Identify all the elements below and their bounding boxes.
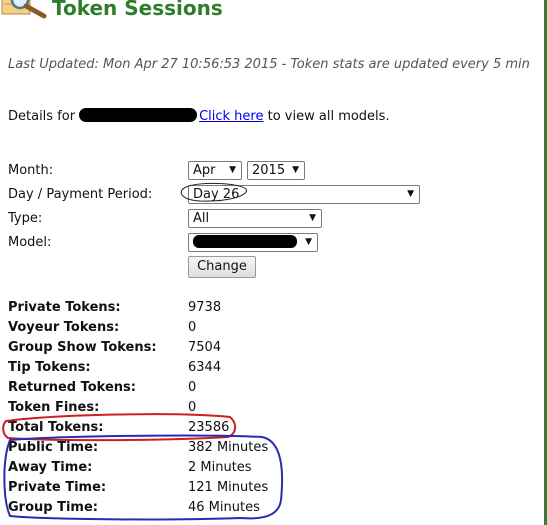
stat-value: 0 [188,380,197,395]
day-period-select-value: Day 26 [193,187,240,202]
stat-value: 121 Minutes [188,480,269,495]
day-period-select[interactable]: Day 26 ▼ [188,185,420,204]
stat-label: Token Fines: [8,400,100,415]
stat-label: Public Time: [8,440,99,455]
month-select[interactable]: Apr ▼ [188,161,242,180]
model-label: Model: [8,235,52,250]
day-period-label: Day / Payment Period: [8,187,153,202]
month-label: Month: [8,163,54,178]
chevron-down-icon: ▼ [292,165,299,175]
redacted-model-name [79,108,198,122]
stat-label: Private Time: [8,480,107,495]
chevron-down-icon: ▼ [309,213,316,223]
month-select-value: Apr [193,163,216,178]
type-select[interactable]: All ▼ [188,209,322,228]
stat-value: 382 Minutes [188,440,269,455]
stat-label: Group Show Tokens: [8,340,157,355]
chevron-down-icon: ▼ [229,165,236,175]
magnifier-icon [1,0,47,19]
details-line: Details for Click here to view all models… [8,108,390,124]
stat-label: Total Tokens: [8,420,104,435]
type-select-value: All [193,211,210,226]
stat-label: Private Tokens: [8,300,121,315]
stat-value: 0 [188,320,197,335]
stat-label: Tip Tokens: [8,360,91,375]
stat-label: Group Time: [8,500,98,515]
redacted-model-value [193,235,297,248]
details-prefix: Details for [8,109,76,124]
stat-value: 7504 [188,340,222,355]
year-select-value: 2015 [252,163,286,178]
stat-value: 6344 [188,360,222,375]
stat-label: Away Time: [8,460,93,475]
change-button[interactable]: Change [188,256,256,278]
details-suffix: to view all models. [263,109,390,124]
page-header: Token Sessions [0,0,544,26]
page-title: Token Sessions [52,0,223,20]
chevron-down-icon: ▼ [305,237,312,247]
type-label: Type: [8,211,43,226]
year-select[interactable]: 2015 ▼ [247,161,305,180]
chevron-down-icon: ▼ [407,189,414,199]
stat-label: Returned Tokens: [8,380,136,395]
stat-value: 0 [188,400,197,415]
stat-value: 46 Minutes [188,500,260,515]
stat-value: 23586 [188,420,230,435]
stat-value: 9738 [188,300,222,315]
view-all-models-link[interactable]: Click here [199,109,263,124]
last-updated-text: Last Updated: Mon Apr 27 10:56:53 2015 -… [8,57,530,72]
stat-label: Voyeur Tokens: [8,320,120,335]
model-select[interactable]: ▼ [188,233,318,252]
stat-value: 2 Minutes [188,460,252,475]
